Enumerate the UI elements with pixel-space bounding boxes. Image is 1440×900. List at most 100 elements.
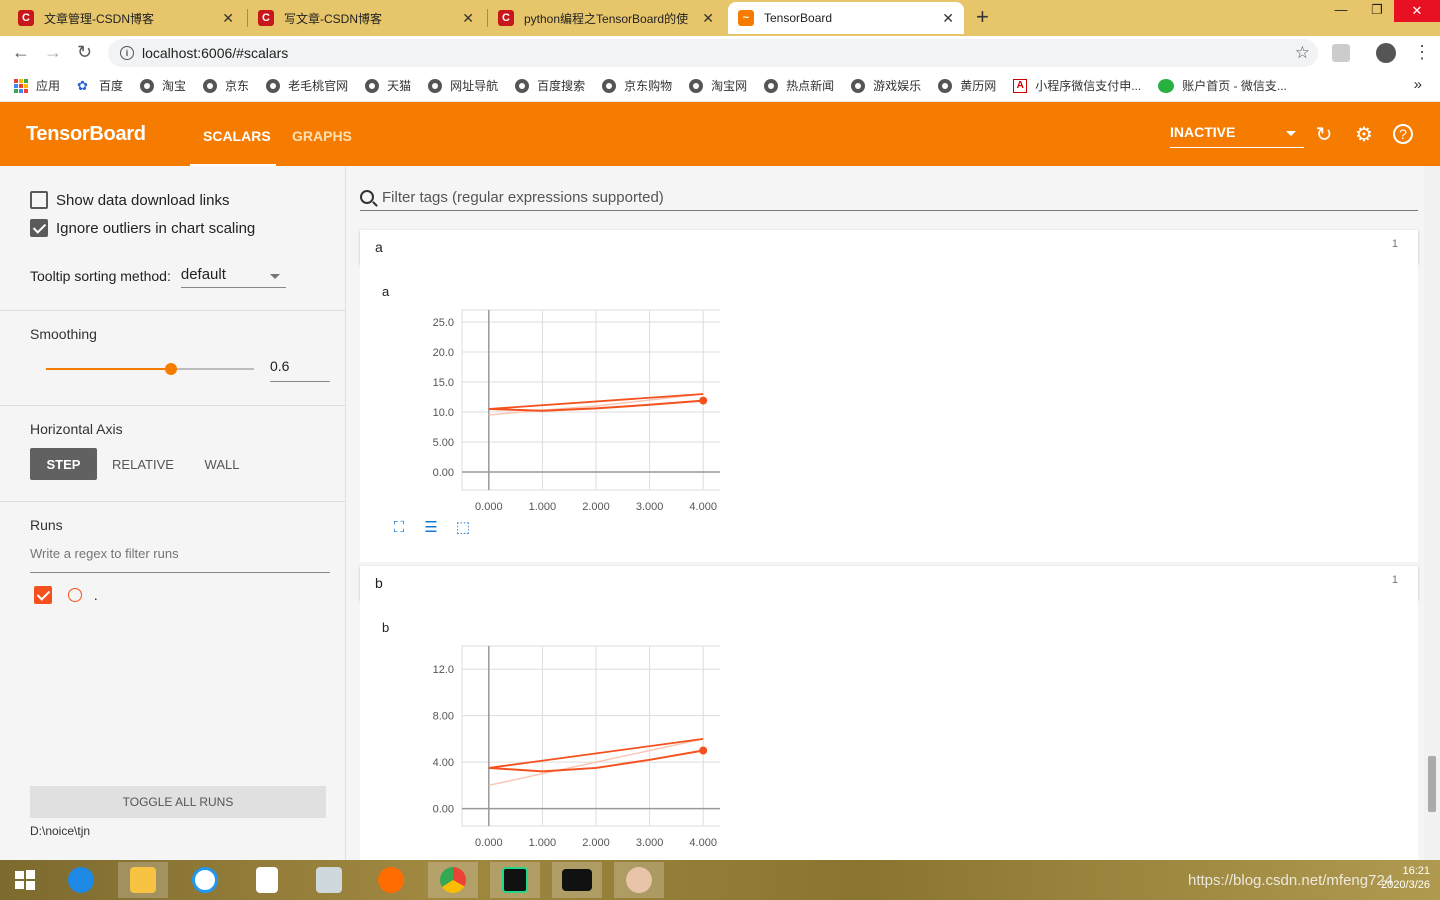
more-bookmarks-icon[interactable]: »: [1414, 76, 1422, 93]
close-tab-icon[interactable]: ✕: [942, 10, 954, 27]
horizontal-axis-label: Horizontal Axis: [30, 421, 123, 437]
bookmark-item[interactable]: 京东购物: [602, 77, 672, 94]
file-explorer-icon[interactable]: [118, 862, 168, 898]
tag-filter-input[interactable]: Filter tags (regular expressions support…: [360, 184, 1418, 211]
y-tick-label: 12.0: [433, 664, 454, 676]
run-item[interactable]: .: [34, 586, 98, 604]
site-info-icon[interactable]: i: [120, 46, 134, 60]
ignore-outliers-checkbox-row[interactable]: Ignore outliers in chart scaling: [30, 219, 255, 237]
dropdown-caret-icon: [269, 274, 280, 279]
bookmark-item[interactable]: 京东: [203, 77, 249, 94]
plugin-selector[interactable]: INACTIVE: [1170, 124, 1304, 148]
bookmark-item[interactable]: ✿ 百度: [77, 77, 123, 94]
browser-tab[interactable]: C python编程之TensorBoard的使 ✕: [488, 2, 724, 34]
show-download-checkbox-row[interactable]: Show data download links: [30, 191, 229, 209]
bookmark-item[interactable]: 网址导航: [428, 77, 498, 94]
checkbox-checked[interactable]: [30, 219, 48, 237]
app-title: TensorBoard: [26, 123, 146, 145]
tag-card-body-a: a 0.000 1.000 2.000 3.000 4.000 0.00 5.00 10.0 1…: [360, 264, 1418, 562]
tab-scalars[interactable]: SCALARS: [203, 128, 271, 144]
chart-grid: [462, 310, 720, 490]
scrollbar-thumb[interactable]: [1428, 756, 1436, 812]
browser-tab[interactable]: C 文章管理-CSDN博客 ✕: [8, 2, 244, 34]
bookmark-item[interactable]: 天猫: [365, 77, 411, 94]
globe-icon: [428, 78, 443, 93]
series-endpoint: [699, 396, 708, 405]
bookmark-item[interactable]: 热点新闻: [764, 77, 834, 94]
profile-avatar-icon[interactable]: [1376, 43, 1396, 63]
monitor-icon[interactable]: [304, 862, 354, 898]
bookmark-apps[interactable]: 应用: [14, 77, 60, 94]
tab-title: python编程之TensorBoard的使: [524, 11, 689, 26]
help-icon[interactable]: ?: [1393, 124, 1413, 144]
firefox-icon[interactable]: [366, 862, 416, 898]
tag-card-header-a[interactable]: a 1: [360, 230, 1418, 264]
window-close-icon[interactable]: ✕: [1394, 0, 1440, 22]
photo-avatar-icon[interactable]: [614, 862, 664, 898]
bookmark-item[interactable]: 账户首页 - 微信支...: [1158, 77, 1287, 94]
ie-browser-icon[interactable]: [56, 862, 106, 898]
minimize-icon[interactable]: —: [1326, 2, 1356, 17]
start-windows-icon[interactable]: [0, 862, 50, 898]
toggle-all-runs-button[interactable]: TOGGLE ALL RUNS: [30, 786, 326, 818]
x-tick-label: 4.000: [689, 501, 717, 513]
run-color-icon[interactable]: [68, 588, 82, 602]
y-tick-label: 15.0: [433, 377, 454, 389]
runs-filter-input[interactable]: Write a regex to filter runs: [30, 546, 330, 573]
settings-gear-icon[interactable]: ⚙: [1353, 124, 1375, 146]
document-icon[interactable]: [242, 862, 292, 898]
baidu-paw-icon: ✿: [77, 77, 88, 93]
bookmark-item[interactable]: A 小程序微信支付申...: [1013, 77, 1141, 94]
tab-title: 写文章-CSDN博客: [284, 11, 382, 26]
toggle-log-scale-icon[interactable]: ☰: [422, 518, 440, 536]
bookmark-item[interactable]: 百度搜索: [515, 77, 585, 94]
slider-knob[interactable]: [164, 363, 177, 375]
url-bar[interactable]: i localhost:6006/#scalars ☆: [108, 39, 1318, 67]
sidebar: Show data download links Ignore outliers…: [0, 166, 346, 860]
y-tick-label: 8.00: [433, 711, 454, 723]
x-tick-label: 1.000: [529, 501, 557, 513]
axis-wall-button[interactable]: WALL: [194, 448, 250, 480]
terminal-icon[interactable]: [552, 862, 602, 898]
chrome-icon[interactable]: [428, 862, 478, 898]
reload-icon[interactable]: ↻: [1313, 124, 1335, 146]
dropdown-caret-icon: [1286, 131, 1296, 136]
reload-icon[interactable]: ↻: [77, 42, 92, 63]
tooltip-sorting-dropdown[interactable]: default: [180, 264, 286, 288]
globe-icon: [938, 78, 953, 93]
bookmark-item[interactable]: 淘宝网: [689, 77, 747, 94]
bookmark-item[interactable]: 老毛桃官网: [266, 77, 348, 94]
bookmark-item[interactable]: 游戏娱乐: [851, 77, 921, 94]
baidu-netdisk-icon[interactable]: [180, 862, 230, 898]
main-scrollbar[interactable]: [1424, 166, 1440, 860]
tag-name: b: [375, 575, 383, 591]
browser-menu-icon[interactable]: ⋮: [1413, 42, 1431, 63]
smoothing-slider[interactable]: [46, 363, 254, 375]
fit-domain-icon[interactable]: ⬚: [454, 518, 472, 536]
bookmark-item[interactable]: 淘宝: [140, 77, 186, 94]
bookmark-item[interactable]: 黄历网: [938, 77, 996, 94]
pycharm-icon[interactable]: [490, 862, 540, 898]
axis-step-button[interactable]: STEP: [30, 448, 97, 480]
tab-graphs[interactable]: GRAPHS: [292, 128, 352, 144]
new-tab-icon[interactable]: +: [976, 4, 989, 30]
restore-icon[interactable]: ❐: [1362, 2, 1392, 18]
run-checkbox[interactable]: [34, 586, 52, 604]
axis-relative-button[interactable]: RELATIVE: [104, 448, 182, 480]
browser-tab[interactable]: C 写文章-CSDN博客 ✕: [248, 2, 484, 34]
scalar-chart-a[interactable]: 0.000 1.000 2.000 3.000 4.000 0.00 5.00 10.0 15.…: [400, 302, 720, 514]
forward-arrow-icon[interactable]: →: [44, 42, 62, 63]
close-tab-icon[interactable]: ✕: [702, 10, 714, 27]
close-tab-icon[interactable]: ✕: [462, 10, 474, 27]
smoothing-input[interactable]: 0.6: [270, 358, 330, 382]
fullscreen-icon[interactable]: ⛶: [390, 518, 408, 536]
extension-icon[interactable]: [1332, 44, 1350, 62]
checkbox-unchecked[interactable]: [30, 191, 48, 209]
bookmark-star-icon[interactable]: ☆: [1295, 43, 1310, 63]
scalar-chart-b[interactable]: 0.000 1.000 2.000 3.000 4.000 0.00 4.00 8.00 12.…: [400, 638, 720, 850]
back-arrow-icon[interactable]: ←: [12, 42, 30, 63]
close-tab-icon[interactable]: ✕: [222, 10, 234, 27]
chart-grid: [462, 646, 720, 826]
browser-tab-active[interactable]: ~ TensorBoard ✕: [728, 2, 964, 34]
tag-card-header-b[interactable]: b 1: [360, 566, 1418, 600]
